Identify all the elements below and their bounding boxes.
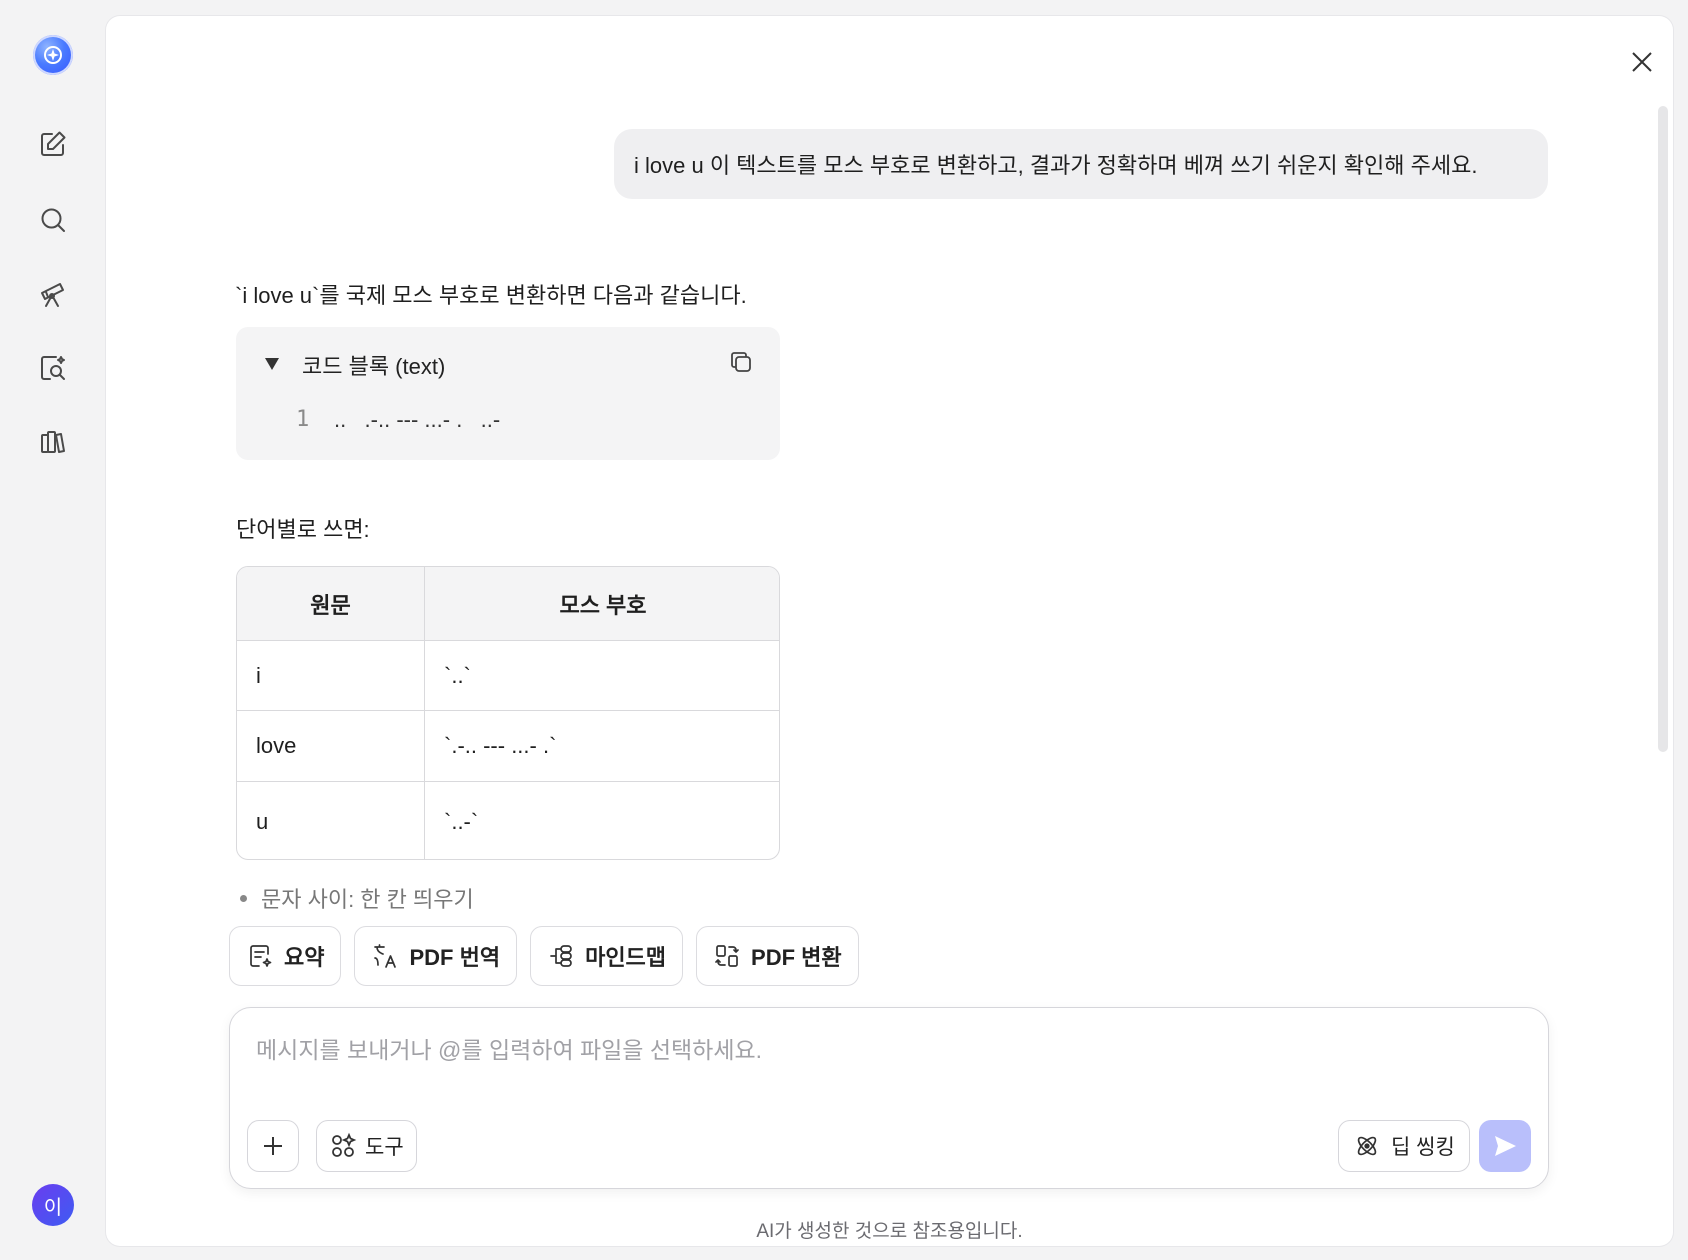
library-button[interactable] — [31, 420, 75, 464]
code-block: 코드 블록 (text) 1 .. .-.. --- ...- . ..- — [236, 327, 780, 460]
table-cell: i — [237, 641, 425, 710]
left-sidebar: 이 — [0, 0, 106, 1260]
search-button[interactable] — [31, 198, 75, 242]
tools-icon — [332, 1132, 357, 1157]
code-line-number: 1 — [296, 407, 310, 432]
summary-button[interactable]: 요약 — [229, 926, 342, 986]
code-block-title: 코드 블록 (text) — [302, 354, 446, 379]
avatar-label: 이 — [43, 1196, 63, 1219]
user-avatar[interactable]: 이 — [32, 1184, 74, 1226]
quick-actions: 요약 PDF 번역 마인드맵 PDF 변환 — [229, 926, 859, 986]
plus-icon — [264, 1137, 282, 1155]
pdf-convert-label: PDF 변환 — [751, 945, 842, 970]
copy-icon — [731, 352, 751, 372]
table-header-row: 원문 모스 부호 — [237, 567, 779, 640]
list-item: 문자 사이: 한 칸 띄우기 — [240, 882, 474, 914]
edit-icon — [41, 131, 66, 156]
bullet-text: 문자 사이: 한 칸 띄우기 — [261, 887, 474, 912]
summary-icon — [250, 945, 272, 967]
scrollbar-thumb[interactable] — [1658, 106, 1668, 752]
telescope-icon — [41, 283, 64, 307]
table-cell: `..-` — [444, 808, 479, 834]
attach-button[interactable] — [247, 1120, 299, 1172]
send-icon — [1495, 1136, 1516, 1156]
user-message-text: i love u 이 텍스트를 모스 부호로 변환하고, 결과가 정확하며 베껴… — [634, 153, 1478, 178]
translate-icon — [374, 944, 397, 968]
app-logo[interactable] — [33, 35, 73, 75]
tools-label: 도구 — [365, 1136, 404, 1159]
table-cell: u — [237, 782, 425, 859]
mindmap-button[interactable]: 마인드맵 — [530, 926, 684, 986]
send-button[interactable] — [1479, 1120, 1531, 1172]
deep-thinking-toggle[interactable]: 딥 씽킹 — [1338, 1120, 1470, 1172]
message-input[interactable] — [256, 1030, 1436, 1070]
explore-button[interactable] — [31, 272, 75, 316]
search-icon — [41, 208, 65, 232]
tools-button[interactable]: 도구 — [316, 1120, 417, 1172]
research-button[interactable] — [31, 346, 75, 390]
by-word-label: 단어별로 쓰면: — [236, 517, 370, 542]
code-text: .. .-.. --- ...- . ..- — [334, 407, 501, 432]
table-row: i `..` — [237, 640, 779, 710]
doc-search-icon — [41, 356, 65, 380]
new-chat-button[interactable] — [31, 122, 75, 166]
mindmap-label: 마인드맵 — [585, 945, 667, 970]
copy-code-button[interactable] — [726, 347, 756, 377]
bullet-dot — [240, 894, 247, 902]
answer-intro: `i love u`를 국제 모스 부호로 변환하면 다음과 같습니다. — [235, 283, 747, 308]
message-composer: 도구 딥 씽킹 — [229, 1007, 1549, 1189]
close-icon — [1632, 52, 1652, 72]
morse-table: 원문 모스 부호 i `..` love `.-.. --- ...- .` u… — [236, 566, 780, 860]
table-header-morse: 모스 부호 — [559, 592, 647, 618]
table-cell: love — [237, 711, 425, 781]
table-cell: `.-.. --- ...- .` — [444, 733, 557, 758]
deep-thinking-label: 딥 씽킹 — [1391, 1136, 1455, 1159]
triangle-down-icon — [265, 358, 279, 370]
mindmap-icon — [550, 945, 572, 967]
user-message-bubble: i love u 이 텍스트를 모스 부호로 변환하고, 결과가 정확하며 베껴… — [614, 129, 1548, 199]
table-row: u `..-` — [237, 781, 779, 859]
table-header-original: 원문 — [237, 567, 425, 640]
summary-label: 요약 — [284, 945, 325, 970]
pdf-translate-label: PDF 번역 — [409, 945, 501, 970]
convert-icon — [715, 945, 739, 967]
ai-disclaimer: AI가 생성한 것으로 참조용입니다. — [756, 1221, 1023, 1242]
table-cell: `..` — [444, 662, 471, 688]
table-row: love `.-.. --- ...- .` — [237, 710, 779, 781]
books-icon — [41, 431, 65, 453]
atom-icon — [1357, 1136, 1377, 1156]
logo-icon — [44, 46, 62, 64]
close-button[interactable] — [1620, 40, 1664, 84]
code-collapse-toggle[interactable] — [264, 357, 280, 371]
pdf-convert-button[interactable]: PDF 변환 — [696, 926, 859, 986]
chat-panel: i love u 이 텍스트를 모스 부호로 변환하고, 결과가 정확하며 베껴… — [106, 16, 1673, 1246]
pdf-translate-button[interactable]: PDF 번역 — [354, 926, 518, 986]
